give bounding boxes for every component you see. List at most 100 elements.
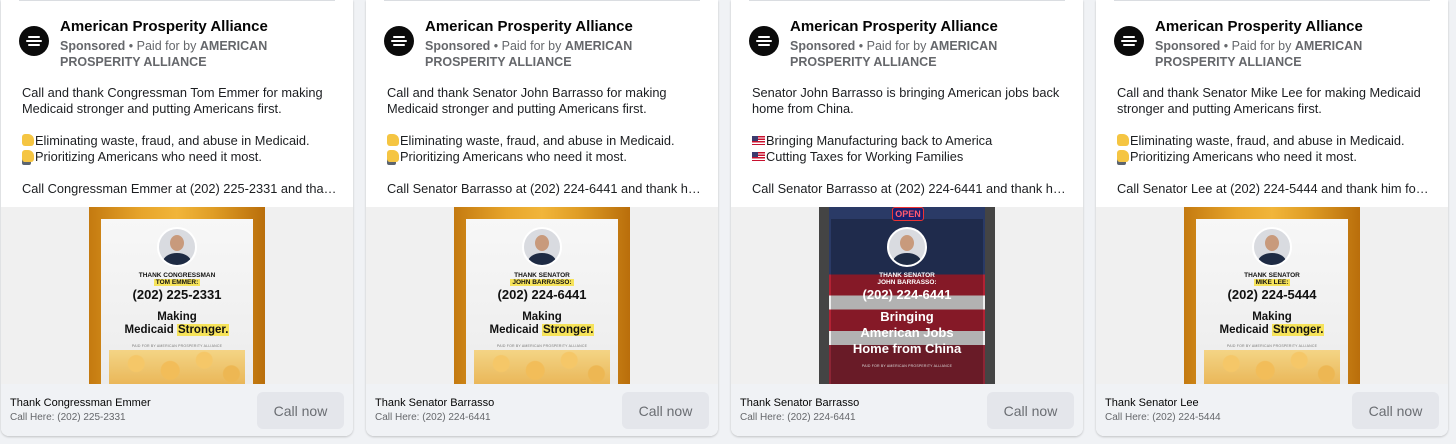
- cta-subtitle: Call Here: (202) 224-6441: [375, 412, 491, 423]
- body-line: stronger and putting Americans first.: [1117, 101, 1322, 116]
- body-line-text: Prioritizing Americans who need it most.: [1130, 149, 1357, 164]
- pills-graphic: [1204, 350, 1340, 384]
- ad-header: American Prosperity Alliance Sponsored •…: [19, 16, 339, 72]
- pill-bottle-image: THANK SENATOR MIKE LEE: (202) 224-5444 Ma…: [1184, 207, 1360, 384]
- image-overlay: THANK SENATOR JOHN BARRASSO: (202) 224-64…: [831, 219, 983, 384]
- image-phone-number: (202) 224-5444: [1227, 287, 1317, 302]
- body-line-text: Call and thank Senator Mike Lee for maki…: [1117, 85, 1421, 100]
- paid-for-label: Paid for by: [1231, 39, 1292, 53]
- body-line: Medicaid stronger and putting Americans …: [22, 101, 282, 116]
- body-line: home from China.: [752, 101, 854, 116]
- cta-bar: Thank Senator Barrasso Call Here: (202) …: [731, 384, 1083, 436]
- body-line-truncated[interactable]: Call Senator Lee at (202) 224-5444 and t…: [1117, 181, 1432, 197]
- body-line: Prioritizing Americans who need it most.: [387, 149, 702, 165]
- headshot-image: [1252, 227, 1292, 267]
- ad-card: American Prosperity Alliance Sponsored •…: [731, 0, 1083, 436]
- body-line: Prioritizing Americans who need it most.: [22, 149, 337, 165]
- image-fine-print: PAID FOR BY AMERICAN PROSPERITY ALLIANCE: [1226, 344, 1318, 348]
- headshot-image: [522, 227, 562, 267]
- paid-for-label: Paid for by: [866, 39, 927, 53]
- image-thank-text: THANK CONGRESSMAN TOM EMMER:: [138, 272, 216, 286]
- ad-card: American Prosperity Alliance Sponsored •…: [1096, 0, 1448, 436]
- ad-header: American Prosperity Alliance Sponsored •…: [749, 16, 1069, 72]
- cta-bar: Thank Senator Barrasso Call Here: (202) …: [366, 384, 718, 436]
- thumbs-up-icon: [22, 134, 34, 146]
- cta-subtitle: Call Here: (202) 225-2331: [10, 412, 126, 423]
- body-line: Medicaid stronger and putting Americans …: [387, 101, 647, 116]
- pills-graphic: [474, 350, 610, 384]
- bottle-label: THANK SENATOR MIKE LEE: (202) 224-5444 Ma…: [1196, 219, 1348, 384]
- body-line-text: Eliminating waste, fraud, and abuse in M…: [400, 133, 675, 148]
- ad-body-text: Call and thank Senator Mike Lee for maki…: [1117, 85, 1432, 197]
- pill-bottle-image: THANK CONGRESSMAN TOM EMMER: (202) 225-23…: [89, 207, 265, 384]
- ad-header: American Prosperity Alliance Sponsored •…: [1114, 16, 1434, 72]
- page-name[interactable]: American Prosperity Alliance: [790, 18, 998, 35]
- sponsored-meta: Sponsored • Paid for by AMERICAN PROSPER…: [60, 39, 268, 69]
- page-avatar-icon[interactable]: [19, 26, 49, 56]
- bottle-label: THANK CONGRESSMAN TOM EMMER: (202) 225-23…: [101, 219, 253, 384]
- image-fine-print: PAID FOR BY AMERICAN PROSPERITY ALLIANCE: [131, 344, 223, 348]
- body-line-text: Bringing Manufacturing back to America: [766, 133, 993, 148]
- sponsored-meta: Sponsored • Paid for by AMERICAN PROSPER…: [425, 39, 633, 69]
- ad-image[interactable]: THANK SENATOR MIKE LEE: (202) 224-5444 Ma…: [1096, 207, 1448, 384]
- image-phone-number: (202) 224-6441: [862, 287, 952, 302]
- body-line-text: Call and thank Congressman Tom Emmer for…: [22, 85, 323, 100]
- body-line-truncated[interactable]: Call Senator Barrasso at (202) 224-6441 …: [752, 181, 1067, 197]
- image-phone-number: (202) 225-2331: [132, 287, 222, 302]
- sponsored-label: Sponsored: [1155, 39, 1221, 53]
- headshot-image: [157, 227, 197, 267]
- call-now-button[interactable]: Call now: [257, 392, 344, 429]
- page-avatar-icon[interactable]: [384, 26, 414, 56]
- sponsored-label: Sponsored: [790, 39, 856, 53]
- page-name[interactable]: American Prosperity Alliance: [60, 18, 268, 35]
- page-avatar-icon[interactable]: [1114, 26, 1144, 56]
- ad-image[interactable]: THANK SENATOR JOHN BARRASSO: (202) 224-64…: [366, 207, 718, 384]
- thumbs-up-icon: [1117, 134, 1129, 146]
- ad-card: American Prosperity Alliance Sponsored •…: [366, 0, 718, 436]
- image-phone-number: (202) 224-6441: [497, 287, 587, 302]
- call-now-button[interactable]: Call now: [987, 392, 1074, 429]
- body-line: Call and thank Senator John Barrasso for…: [387, 85, 702, 165]
- image-fine-print: PAID FOR BY AMERICAN PROSPERITY ALLIANCE: [496, 344, 588, 348]
- divider: [384, 0, 700, 1]
- image-thank-text: THANK SENATOR JOHN BARRASSO:: [877, 272, 937, 286]
- bottle-label: THANK SENATOR JOHN BARRASSO: (202) 224-64…: [466, 219, 618, 384]
- body-line-text: Eliminating waste, fraud, and abuse in M…: [35, 133, 310, 148]
- image-fine-print: PAID FOR BY AMERICAN PROSPERITY ALLIANCE: [861, 364, 953, 368]
- body-line: Eliminating waste, fraud, and abuse in M…: [387, 133, 702, 149]
- image-slogan: Making Medicaid Stronger.: [1219, 311, 1325, 336]
- storefront-flag-image: OPEN THANK SENATOR JOHN BARRASSO: (202) 2…: [819, 207, 995, 384]
- body-line-truncated[interactable]: Call Senator Barrasso at (202) 224-6441 …: [387, 181, 702, 197]
- call-now-button[interactable]: Call now: [622, 392, 709, 429]
- image-thank-text: THANK SENATOR JOHN BARRASSO:: [510, 272, 574, 286]
- divider: [19, 0, 335, 1]
- body-line: Cutting Taxes for Working Families: [752, 149, 1067, 165]
- body-line: Eliminating waste, fraud, and abuse in M…: [1117, 133, 1432, 149]
- sponsored-label: Sponsored: [60, 39, 126, 53]
- cta-title: Thank Senator Barrasso: [740, 397, 860, 409]
- body-line: Bringing Manufacturing back to America: [752, 133, 1067, 149]
- body-line: Senator John Barrasso is bringing Americ…: [752, 85, 1060, 100]
- page-name[interactable]: American Prosperity Alliance: [425, 18, 633, 35]
- pill-bottle-image: THANK SENATOR JOHN BARRASSO: (202) 224-64…: [454, 207, 630, 384]
- body-line-truncated[interactable]: Call Congressman Emmer at (202) 225-2331…: [22, 181, 337, 197]
- body-line: Call and thank Senator Mike Lee for maki…: [1117, 85, 1432, 165]
- body-line: Eliminating waste, fraud, and abuse in M…: [22, 133, 337, 149]
- cta-bar: Thank Congressman Emmer Call Here: (202)…: [1, 384, 353, 436]
- image-slogan: Making Medicaid Stronger.: [489, 311, 595, 336]
- body-line: Call and thank Congressman Tom Emmer for…: [22, 85, 337, 165]
- page-avatar-icon[interactable]: [749, 26, 779, 56]
- ad-image[interactable]: THANK CONGRESSMAN TOM EMMER: (202) 225-23…: [1, 207, 353, 384]
- ad-image[interactable]: OPEN THANK SENATOR JOHN BARRASSO: (202) 2…: [731, 207, 1083, 384]
- body-line-text: Prioritizing Americans who need it most.: [35, 149, 262, 164]
- thumbs-up-icon: [22, 150, 34, 162]
- ad-body-text: Senator John Barrasso is bringing Americ…: [752, 85, 1067, 197]
- page-name[interactable]: American Prosperity Alliance: [1155, 18, 1363, 35]
- ad-header: American Prosperity Alliance Sponsored •…: [384, 16, 704, 72]
- sponsored-meta: Sponsored • Paid for by AMERICAN PROSPER…: [1155, 39, 1363, 69]
- body-line-text: Cutting Taxes for Working Families: [766, 149, 964, 164]
- image-thank-text: THANK SENATOR MIKE LEE:: [1244, 272, 1300, 286]
- call-now-button[interactable]: Call now: [1352, 392, 1439, 429]
- ad-body-text: Call and thank Senator John Barrasso for…: [387, 85, 702, 197]
- body-line-text: Eliminating waste, fraud, and abuse in M…: [1130, 133, 1405, 148]
